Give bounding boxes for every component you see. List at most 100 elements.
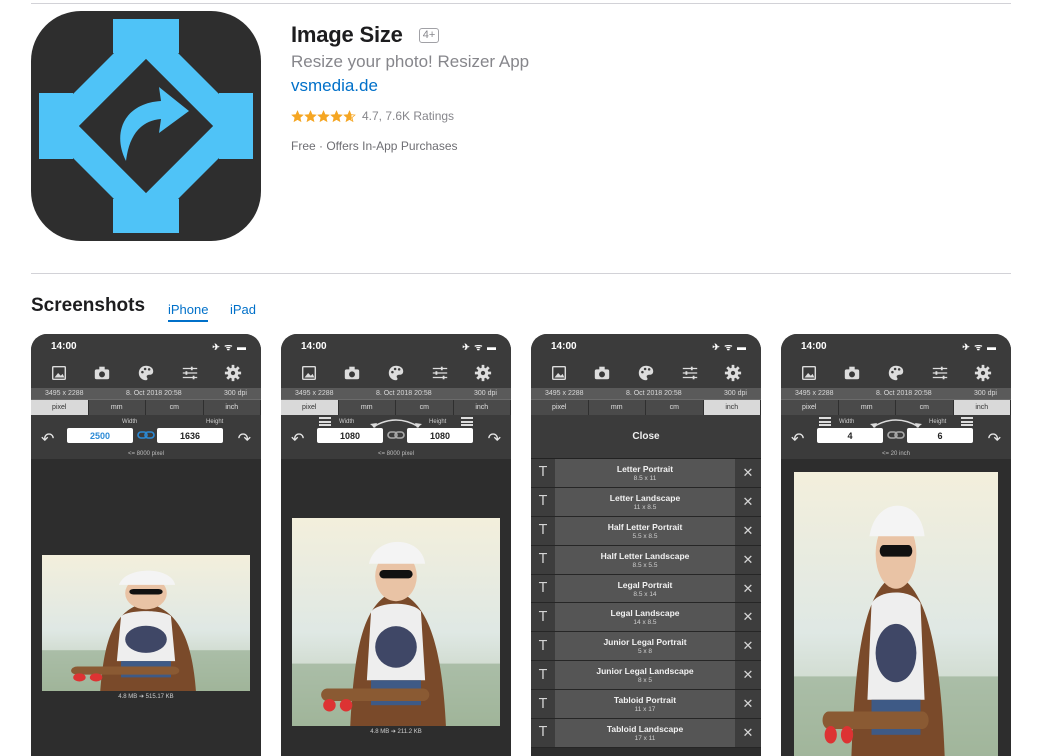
image-dimensions: 3495 x 2288 (545, 390, 584, 397)
delete-x-icon: ✕ (742, 667, 754, 683)
width-menu-icon (319, 417, 331, 426)
rotate-left-icon: ↶ (41, 431, 55, 448)
sliders-icon (182, 366, 197, 380)
width-label: Width (839, 419, 855, 425)
camera-icon (95, 366, 110, 380)
preset-name: Letter Portrait (616, 463, 674, 474)
tab-iphone[interactable]: iPhone (168, 302, 209, 322)
text-t-icon: T (539, 609, 547, 625)
unit-pixel: pixel (781, 400, 839, 415)
price-text: Free · Offers In-App Purchases (291, 139, 458, 153)
delete-x-icon: ✕ (742, 580, 754, 596)
delete-x-icon: ✕ (742, 464, 754, 480)
unit-cm: cm (896, 400, 954, 415)
gear-icon (475, 364, 492, 382)
width-field: 4 (817, 428, 883, 443)
size-controls: ↶ ↷ Width Height 4 6 <= 20 inch (781, 415, 1011, 459)
camera-icon (595, 366, 610, 380)
height-field: 1636 (157, 428, 223, 443)
unit-cm: cm (396, 400, 454, 415)
unit-pixel: pixel (281, 400, 339, 415)
star-rating (291, 109, 356, 123)
developer-link[interactable]: vsmedia.de (291, 76, 378, 96)
star-icon (330, 109, 343, 122)
link-icon (387, 431, 405, 439)
rotate-right-icon: ↷ (487, 431, 501, 448)
delete-x-icon: ✕ (742, 724, 754, 740)
preset-dimensions: 5 x 8 (637, 648, 653, 656)
unit-cm: cm (146, 400, 204, 415)
preset-name: Legal Portrait (617, 579, 673, 590)
image-info-bar: 3495 x 2288 8. Oct 2018 20:58 300 dpi (531, 388, 761, 399)
delete-x-icon: ✕ (742, 551, 754, 567)
preview-photo (794, 472, 998, 756)
rating-text: 4.7, 7.6K Ratings (362, 109, 455, 123)
app-title: Image Size (291, 22, 403, 47)
preview-photo (42, 555, 250, 691)
size-limit-note: <= 8000 pixel (377, 451, 415, 457)
status-icons: ✈ ᯤ ▬ (962, 341, 997, 352)
preset-name: Half Letter Portrait (607, 521, 683, 532)
close-presets: Close (531, 415, 761, 459)
unit-mm: mm (589, 400, 646, 415)
gear-icon (725, 364, 742, 382)
camera-icon (345, 366, 360, 380)
gear-icon (975, 364, 992, 382)
height-label: Height (929, 419, 947, 425)
preset-row: T Legal Portrait 8.5 x 14 ✕ (531, 574, 761, 604)
app-toolbar (781, 358, 1011, 388)
app-toolbar (281, 358, 511, 388)
unit-inch: inch (953, 400, 1011, 415)
screenshot-1[interactable]: 14:00 ✈ ᯤ ▬ 3495 x 2288 8. Oct 2018 20:58 30… (31, 334, 261, 756)
height-field: 6 (907, 428, 973, 443)
link-icon (887, 431, 905, 439)
height-menu-icon (961, 417, 973, 426)
unit-selector: pixel mm cm inch (31, 399, 261, 415)
age-rating-badge: 4+ (418, 27, 440, 43)
preset-row: T Junior Legal Portrait 5 x 8 ✕ (531, 632, 761, 662)
star-icon (304, 109, 317, 122)
status-time: 14:00 (51, 340, 77, 352)
gallery-icon (801, 365, 816, 381)
text-t-icon: T (539, 523, 547, 539)
screenshot-4[interactable]: 14:00 ✈ ᯤ ▬ 3495 x 2288 8. Oct 2018 20:58 30… (781, 334, 1011, 756)
delete-x-icon: ✕ (742, 522, 754, 538)
unit-mm: mm (89, 400, 146, 415)
status-time: 14:00 (301, 340, 327, 352)
star-icon (291, 109, 304, 122)
screenshot-3[interactable]: 14:00 ✈ ᯤ ▬ 3495 x 2288 8. Oct 2018 20:58 30… (531, 334, 761, 756)
preset-row: T Tabloid Landscape 17 x 11 ✕ (531, 719, 761, 748)
sliders-icon (432, 366, 447, 380)
rotate-right-icon: ↷ (987, 431, 1001, 448)
status-icons: ✈ ᯤ ▬ (212, 341, 247, 352)
screenshot-2[interactable]: 14:00 ✈ ᯤ ▬ 3495 x 2288 8. Oct 2018 20:58 30… (281, 334, 511, 756)
sliders-icon (682, 366, 697, 380)
text-t-icon: T (539, 667, 547, 683)
star-icon (317, 109, 330, 122)
delete-x-icon: ✕ (742, 493, 754, 509)
preset-name: Letter Landscape (609, 492, 681, 503)
image-date: 8. Oct 2018 20:58 (625, 390, 682, 397)
link-icon (137, 431, 155, 439)
sliders-icon (932, 366, 947, 380)
preset-row: T Half Letter Landscape 8.5 x 5.5 ✕ (531, 545, 761, 575)
top-divider (31, 3, 1011, 4)
preset-dimensions: 5.5 x 8.5 (632, 532, 658, 540)
text-t-icon: T (539, 638, 547, 654)
tab-ipad[interactable]: iPad (230, 302, 256, 320)
girl-photo-image (794, 472, 998, 756)
preset-name: Tabloid Landscape (606, 723, 684, 734)
preset-dimensions: 8 x 5 (637, 677, 653, 685)
star-icon (343, 109, 356, 122)
image-info-bar: 3495 x 2288 8. Oct 2018 20:58 300 dpi (281, 388, 511, 399)
preset-dimensions: 8.5 x 5.5 (632, 561, 658, 569)
file-size-note: 4.8 MB ➔ 211.2 KB (370, 729, 422, 735)
size-limit-note: <= 8000 pixel (127, 451, 165, 457)
image-info-bar: 3495 x 2288 8. Oct 2018 20:58 300 dpi (31, 388, 261, 399)
status-bar: 14:00 ✈ ᯤ ▬ (781, 334, 1011, 358)
delete-x-icon: ✕ (742, 696, 754, 712)
image-dimensions: 3495 x 2288 (295, 390, 334, 397)
status-bar: 14:00 ✈ ᯤ ▬ (281, 334, 511, 358)
preset-dimensions: 14 x 8.5 (633, 619, 657, 627)
unit-pixel: pixel (31, 400, 89, 415)
